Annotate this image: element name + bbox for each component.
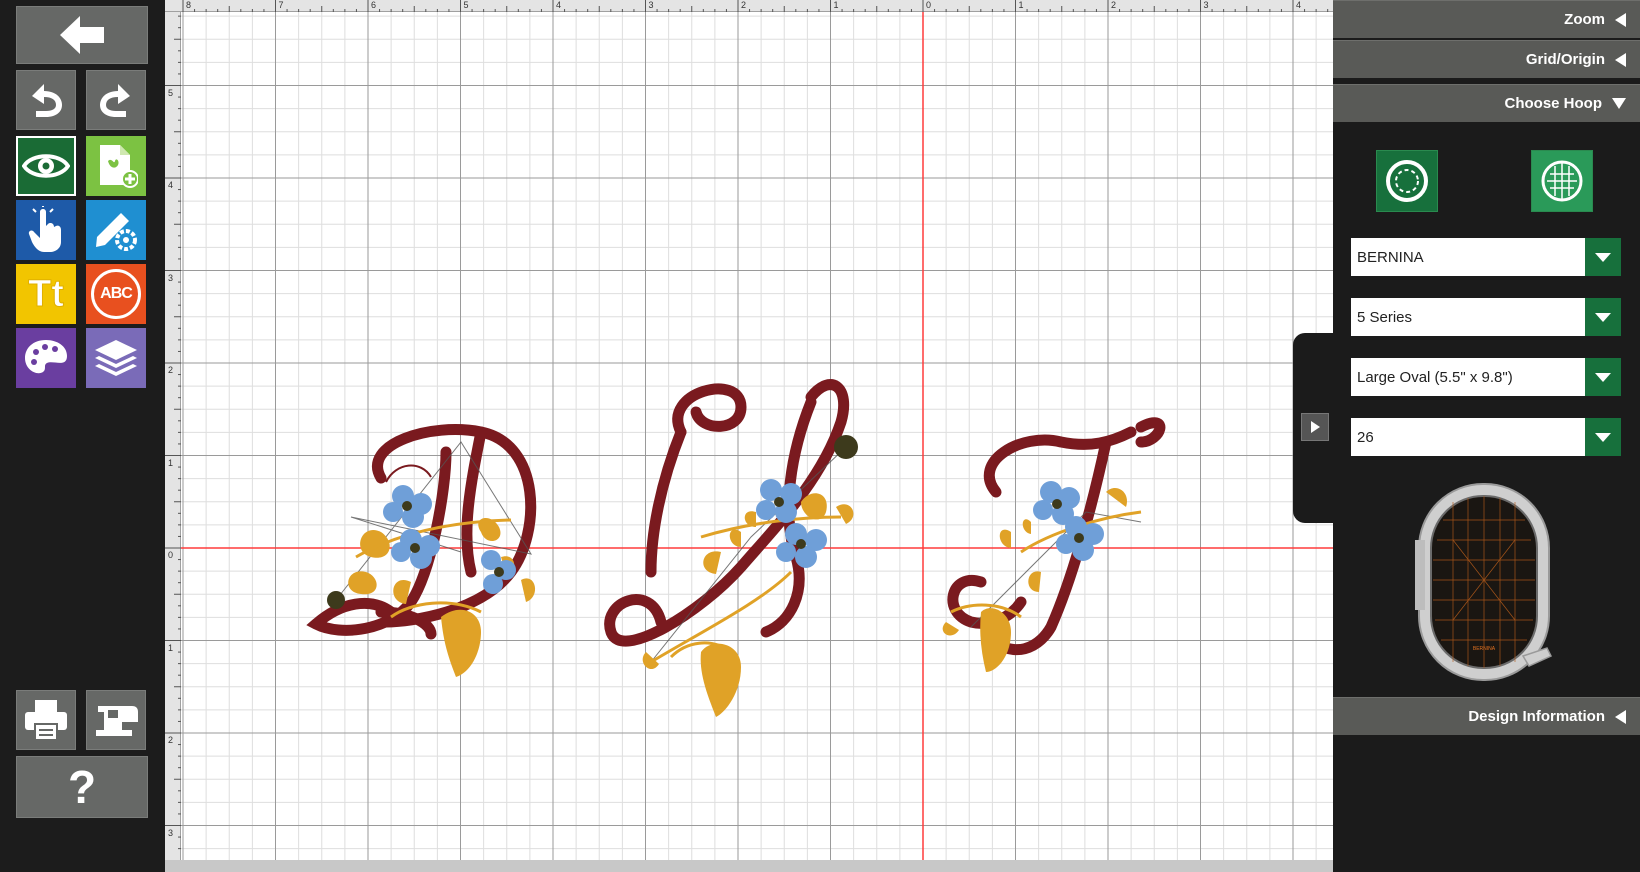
collapse-panel-button[interactable] [1301,413,1329,441]
ruler-top-ticks [182,0,1329,12]
chevron-right-icon [1310,421,1320,433]
text-button[interactable]: Tt [16,264,76,324]
question-icon: ? [67,761,97,813]
hoop-number-value: 26 [1357,428,1374,446]
canvas-bottom-strip [165,860,1333,872]
hoop-preview: BERNINA [1413,480,1563,690]
ruler-left-label: 4 [168,180,174,190]
hoop-grid-button[interactable] [1531,150,1593,212]
ruler-top-label: 1 [833,0,839,10]
right-panel: Zoom Grid/Origin Choose Hoop BERNINA 5 S… [1333,0,1640,872]
chevron-down-icon[interactable] [1585,358,1621,396]
canvas-svg [181,12,1333,860]
undo-button[interactable] [16,70,76,130]
ruler-top-label: 6 [371,0,377,10]
ruler-top-label: 3 [1203,0,1209,10]
ruler-top-label: 2 [1111,0,1117,10]
left-toolbar: Tt ABC ? [0,0,165,872]
ruler-left-label: 3 [168,272,174,283]
design-information-section-header[interactable]: Design Information [1333,697,1640,735]
caret-left-icon [1615,12,1626,27]
hoop-select[interactable]: Large Oval (5.5" x 9.8") [1351,358,1621,396]
undo-icon [32,84,62,117]
panel-collapse-tab [1293,333,1335,523]
brand-value: BERNINA [1357,248,1424,266]
monogram-button[interactable]: ABC [86,264,146,324]
redo-button[interactable] [86,70,146,130]
ruler-top: 8 7 6 5 4 3 2 1 0 1 2 3 4 [165,0,1333,12]
sewing-machine-icon [96,706,138,736]
design-canvas[interactable] [181,12,1333,860]
ruler-left-label: 2 [168,735,174,745]
choose-hoop-label: Choose Hoop [1504,95,1603,112]
ruler-top-label: 5 [463,0,469,10]
ruler-left-label: 1 [168,642,174,653]
select-button[interactable] [16,200,76,260]
chevron-down-icon[interactable] [1585,298,1621,336]
ruler-left: 5 4 3 2 1 0 1 2 3 [165,12,181,860]
ruler-left-label: 0 [168,550,174,560]
ruler-top-label: 2 [741,0,747,10]
pencil-gear-icon [96,213,137,251]
edit-button[interactable] [86,200,146,260]
series-value: 5 Series [1357,308,1413,326]
chevron-down-icon[interactable] [1585,418,1621,456]
send-to-machine-button[interactable] [86,690,146,750]
caret-left-icon [1615,52,1626,67]
text-tt-icon: Tt [28,272,65,315]
help-button[interactable]: ? [16,756,148,818]
eye-icon [22,154,70,178]
ruler-top-label: 4 [556,0,562,10]
monogram-letter-d[interactable] [306,424,537,677]
caret-down-icon [1612,98,1626,109]
design-information-label: Design Information [1468,708,1605,725]
ruler-top-label: 1 [1018,0,1024,10]
hoop-grid-icon [1541,160,1583,202]
hoop-oval-icon: BERNINA [1415,483,1553,681]
redo-icon [100,84,130,117]
monogram-abc-icon: ABC [91,269,141,319]
file-add-icon [100,145,138,188]
zoom-label: Zoom [1564,11,1605,28]
caret-left-icon [1615,709,1626,724]
printer-icon [25,700,67,741]
ruler-left-label: 5 [168,87,174,98]
ruler-left-label: 3 [168,827,174,838]
arrow-left-icon [60,16,104,54]
brand-select[interactable]: BERNINA [1351,238,1621,276]
ruler-top-label: 4 [1296,0,1302,10]
print-button[interactable] [16,690,76,750]
layers-button[interactable] [86,328,146,388]
hoop-brand-mark: BERNINA [1473,646,1496,652]
ruler-left-label: 2 [168,365,174,375]
grid-origin-label: Grid/Origin [1525,51,1605,68]
ruler-left-label: 1 [168,457,174,468]
choose-hoop-section-header[interactable]: Choose Hoop [1333,84,1640,122]
ruler-left-ticks [165,15,181,850]
ruler-top-label: 7 [278,0,284,10]
view-button[interactable] [16,136,76,196]
hoop-circle-icon [1386,160,1428,202]
zoom-section-header[interactable]: Zoom [1333,0,1640,38]
hand-pointer-icon [28,206,62,252]
chevron-down-icon[interactable] [1585,238,1621,276]
color-button[interactable] [16,328,76,388]
ruler-top-label: 0 [926,0,932,10]
grid-origin-section-header[interactable]: Grid/Origin [1333,40,1640,78]
ruler-top-label: 8 [186,0,192,10]
layers-icon [95,340,137,376]
hoop-number-select[interactable]: 26 [1351,418,1621,456]
add-design-button[interactable] [86,136,146,196]
hoop-value: Large Oval (5.5" x 9.8") [1357,368,1513,386]
palette-icon [25,340,67,374]
ruler-top-label: 3 [648,0,654,10]
back-button[interactable] [16,6,148,64]
app-window: Tt ABC ? 8 7 6 5 4 3 2 1 0 1 2 3 4 5 4 3 2 1 0 1… [0,0,1640,872]
series-select[interactable]: 5 Series [1351,298,1621,336]
hoop-circle-button[interactable] [1376,150,1438,212]
monogram-letter-s[interactable] [604,379,858,717]
